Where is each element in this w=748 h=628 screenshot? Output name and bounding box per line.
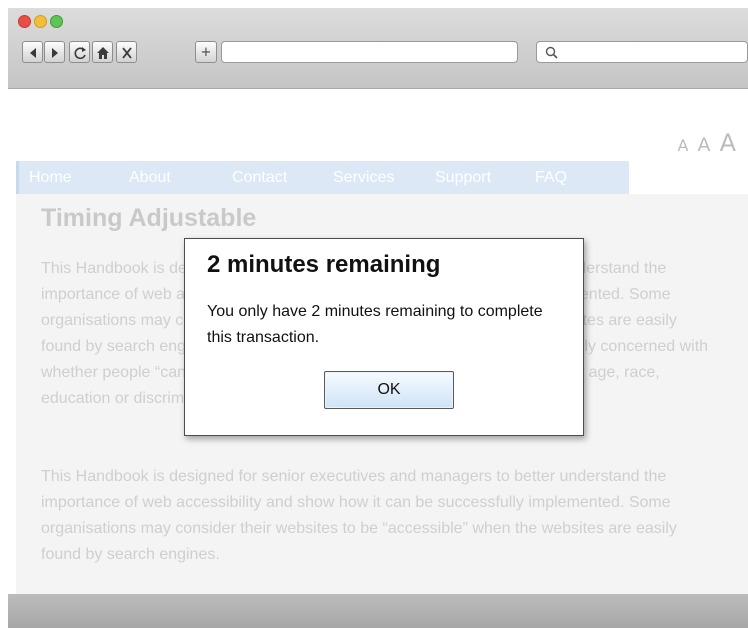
dialog-title: 2 minutes remaining [207,251,441,278]
nav-item-faq[interactable]: FAQ [535,161,567,194]
text-size-large-button[interactable]: A [720,129,736,157]
nav-item-about[interactable]: About [129,161,171,194]
nav-item-support[interactable]: Support [435,161,491,194]
main-nav: Home About Contact Services Support FAQ [16,161,629,194]
reload-icon [70,42,89,64]
page-title: Timing Adjustable [41,204,257,232]
text-size-controls: A A A [673,129,736,157]
back-button[interactable] [22,41,43,63]
back-arrow-icon [23,42,42,64]
timeout-dialog: 2 minutes remaining You only have 2 minu… [184,238,584,436]
text-size-medium-button[interactable]: A [697,134,710,156]
ok-button[interactable]: OK [324,371,454,409]
stop-button[interactable] [116,41,137,63]
new-tab-button[interactable]: + [195,41,217,63]
home-icon [93,42,112,64]
nav-item-home[interactable]: Home [29,161,72,194]
home-button[interactable] [92,41,113,63]
content-paragraph: This Handbook is designed for senior exe… [41,468,677,563]
window-close-button[interactable] [18,15,31,28]
close-icon [117,42,136,64]
dialog-message: You only have 2 minutes remaining to com… [207,303,543,346]
status-bar [8,594,748,628]
forward-button[interactable] [44,41,65,63]
search-input[interactable] [536,41,748,63]
browser-toolbar: + [8,8,748,89]
text-size-small-button[interactable]: A [677,136,688,155]
url-input[interactable] [221,41,518,63]
reload-button[interactable] [69,41,90,63]
nav-item-contact[interactable]: Contact [232,161,287,194]
window-zoom-button[interactable] [50,15,63,28]
nav-item-services[interactable]: Services [333,161,394,194]
forward-arrow-icon [45,42,64,64]
window-minimize-button[interactable] [34,15,47,28]
